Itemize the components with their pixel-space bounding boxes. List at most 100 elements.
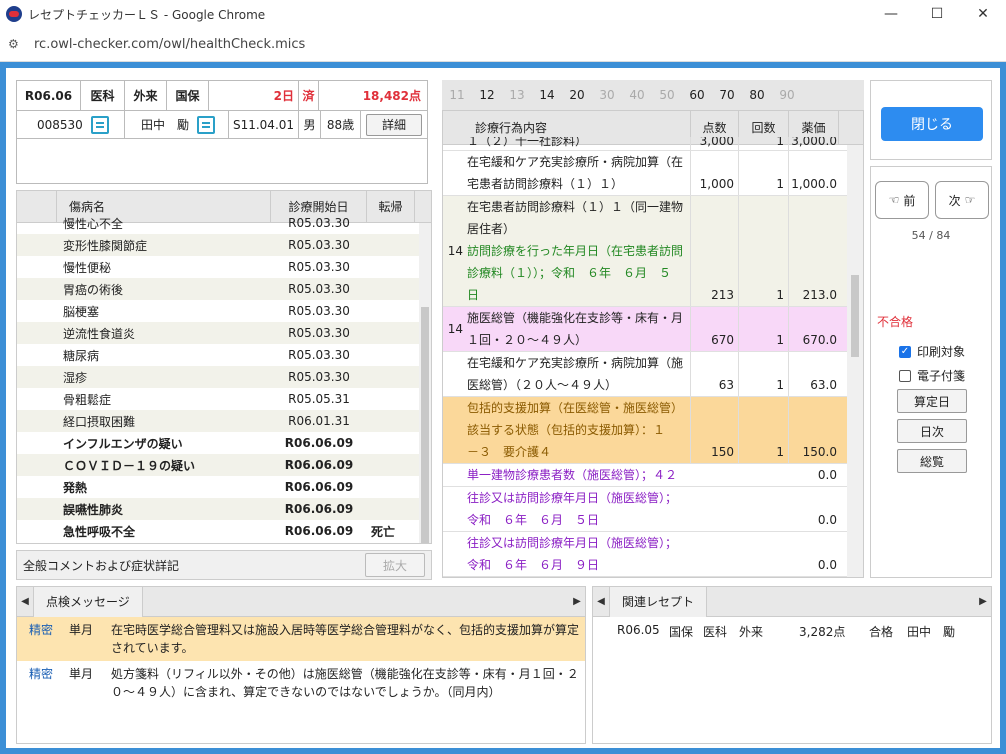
procedure-row[interactable]: 14 施医総管（機能強化在支診等・床有・月 １回・２０～４９人） 670 1 670.0 <box>443 307 863 352</box>
expand-button[interactable]: 拡大 <box>365 553 425 577</box>
procedure-note-line: 訪問診療を行った年月日（在宅患者訪問 <box>467 244 684 258</box>
procedure-row[interactable]: 14 在宅患者訪問診療料（１）１（同一建物 居住者） 訪問診療を行った年月日（在宅患者… <box>443 196 863 307</box>
sticky-checkbox-row[interactable]: 電子付箋 <box>899 367 965 384</box>
procedure-scroll-thumb[interactable] <box>851 275 859 357</box>
message-row[interactable]: 精密 単月 処方箋料（リフィル以外・その他）は施医総管（機能強化在支診等・床有・月１… <box>17 661 585 705</box>
procedure-note-line: 包括的支援加算（在医総管・施医総管） <box>467 401 684 415</box>
prev-button[interactable]: ☜ 前 <box>875 181 929 219</box>
procedure-name-line: 往診又は訪問診療年月日（施医総管）； <box>467 491 678 505</box>
message-row[interactable]: 精密 単月 在宅時医学総合管理料又は施設入居時等医学総合管理料がなく、包括的支援加算… <box>17 617 585 661</box>
procedure-row[interactable]: １（２）十一社診料） 3,000 1 3,000.0 <box>443 137 863 151</box>
day-number-bar: 11 12 13 14 20 30 40 50 60 70 80 90 <box>442 80 864 110</box>
row-marker <box>17 344 57 366</box>
procedure-row[interactable]: 往診又は訪問診療年月日（施医総管）； 令和 ６年 ６月 ９日 0.0 <box>443 532 863 577</box>
disease-start-date: R06.06.09 <box>284 436 354 450</box>
disease-row[interactable]: 湿疹 R05.03.30 <box>17 366 431 388</box>
disease-name: 慢性便秘 <box>63 260 112 275</box>
patient-name: 田中 勵 <box>141 118 190 132</box>
message-level: 精密 <box>29 623 54 637</box>
procedure-price: 670.0 <box>802 333 837 347</box>
procedure-row[interactable]: 14在支援0.0 <box>443 577 863 578</box>
sticky-checkbox[interactable] <box>899 369 911 382</box>
disease-row[interactable]: 経口摂取困難 R06.01.31 <box>17 410 431 432</box>
procedure-row[interactable]: 単一建物診療患者数（施医総管）；４２ 0.0 <box>443 464 863 487</box>
disease-row[interactable]: 誤嚥性肺炎 R06.06.09 <box>17 498 431 520</box>
disease-scrollbar[interactable] <box>419 223 431 543</box>
document-icon[interactable] <box>90 115 109 134</box>
disease-scroll-thumb[interactable] <box>421 307 429 543</box>
disease-name: 逆流性食道炎 <box>63 326 136 341</box>
procedure-count: 1 <box>739 352 789 396</box>
disease-start-date: R05.03.30 <box>288 282 350 296</box>
disease-row[interactable]: 慢性心不全 R05.03.30 <box>17 212 431 234</box>
disease-row[interactable]: 変形性膝関節症 R05.03.30 <box>17 234 431 256</box>
site-info-icon[interactable]: ⚙ <box>8 37 24 53</box>
procedure-price: 0.0 <box>817 513 837 527</box>
procedure-row[interactable]: 在宅緩和ケア充実診療所・病院加算（施 医総管）（２０人～４９人） 63 1 63.0 <box>443 352 863 397</box>
disease-row[interactable]: 胃癌の術後 R05.03.30 <box>17 278 431 300</box>
day-number: 40 <box>629 88 645 102</box>
row-marker <box>17 322 57 344</box>
procedure-price: 213.0 <box>802 288 837 302</box>
row-marker <box>17 432 57 454</box>
print-checkbox[interactable]: ✓ <box>899 345 911 358</box>
sticky-label: 電子付箋 <box>917 369 966 383</box>
day-number[interactable]: 14 <box>532 88 562 102</box>
procedure-scrollbar[interactable] <box>847 145 863 577</box>
daily-button[interactable]: 日次 <box>897 419 967 443</box>
row-marker <box>17 212 57 234</box>
procedure-name: 単一建物診療患者数（施医総管）；４２ <box>465 464 789 486</box>
disease-start-date: R05.05.31 <box>288 392 350 406</box>
print-checkbox-row[interactable]: ✓ 印刷対象 <box>899 343 965 360</box>
procedure-row[interactable]: 在宅緩和ケア充実診療所・病院加算（在 宅患者訪問診療料（１）１） 1,000 1 1,0… <box>443 151 863 196</box>
next-button[interactable]: 次 ☞ <box>935 181 989 219</box>
day-number[interactable]: 60 <box>682 88 712 102</box>
birth-date: S11.04.01 <box>229 111 299 138</box>
procedure-price: 0.0 <box>817 558 837 572</box>
maximize-button[interactable]: ☐ <box>914 0 960 28</box>
procedure-name: １（２）十一社診料） <box>465 137 691 150</box>
day-number[interactable]: 20 <box>562 88 592 102</box>
document-icon[interactable] <box>197 115 216 134</box>
day-number[interactable]: 12 <box>472 88 502 102</box>
day-number[interactable]: 70 <box>712 88 742 102</box>
disease-start-date: R05.03.30 <box>288 326 350 340</box>
scroll-left-icon[interactable]: ◀ <box>593 596 609 607</box>
tab-messages[interactable]: 点検メッセージ <box>33 586 143 617</box>
scroll-right-icon[interactable]: ▶ <box>975 596 991 607</box>
disease-row[interactable]: 脳梗塞 R05.03.30 <box>17 300 431 322</box>
disease-row[interactable]: インフルエンザの疑い R06.06.09 <box>17 432 431 454</box>
detail-button[interactable]: 詳細 <box>366 113 422 136</box>
disease-name: 湿疹 <box>63 370 88 385</box>
row-marker <box>17 300 57 322</box>
disease-row[interactable]: 発熱 R06.06.09 <box>17 476 431 498</box>
detail-cell: 詳細 <box>361 111 427 138</box>
disease-row[interactable]: 糖尿病 R05.03.30 <box>17 344 431 366</box>
minimize-button[interactable]: — <box>868 0 914 28</box>
procedure-price: 3,000.0 <box>791 137 837 148</box>
scroll-left-icon[interactable]: ◀ <box>17 596 33 607</box>
disease-row[interactable]: 急性呼吸不全 R06.06.09 死亡 <box>17 520 431 542</box>
disease-row[interactable]: ＣＯＶＩＤ－１９の疑い R06.06.09 <box>17 454 431 476</box>
procedure-note-line: 診療料（１））；令和 ６年 ６月 ５ <box>467 266 672 280</box>
overview-button[interactable]: 総覧 <box>897 449 967 473</box>
procedure-row[interactable]: 往診又は訪問診療年月日（施医総管）； 令和 ６年 ６月 ５日 0.0 <box>443 487 863 532</box>
close-window-button[interactable]: ✕ <box>960 0 1006 28</box>
procedure-row[interactable]: 包括的支援加算（在医総管・施医総管） 該当する状態（包括的支援加算）：１ －３ 要介… <box>443 397 863 464</box>
total-points: 18,482点 <box>362 89 421 103</box>
procedure-name-line: 往診又は訪問診療年月日（施医総管）； <box>467 536 678 550</box>
procedure-name-line: 在宅患者訪問診療料（１）１（同一建物 <box>467 200 684 214</box>
disease-row[interactable]: 逆流性食道炎 R05.03.30 <box>17 322 431 344</box>
print-label: 印刷対象 <box>917 345 966 359</box>
day-number[interactable]: 80 <box>742 88 772 102</box>
nav-panel: ☜ 前 次 ☞ 54 / 84 不合格 ✓ 印刷対象 電子付箋 算定日 日次 総覧 <box>870 166 992 578</box>
close-button[interactable]: 閉じる <box>881 107 983 141</box>
scroll-right-icon[interactable]: ▶ <box>569 596 585 607</box>
disease-row[interactable]: 慢性便秘 R05.03.30 <box>17 256 431 278</box>
title-bar: レセプトチェッカーＬＳ - Google Chrome — ☐ ✕ <box>0 0 1006 28</box>
tab-related[interactable]: 関連レセプト <box>609 586 708 617</box>
disease-row[interactable]: 骨粗鬆症 R05.05.31 <box>17 388 431 410</box>
url-text[interactable]: rc.owl-checker.com/owl/healthCheck.mics <box>34 37 305 52</box>
related-row[interactable]: R06.05 国保 医科 外来 3,282点 合格 田中 勵 <box>593 617 991 640</box>
calc-date-button[interactable]: 算定日 <box>897 389 967 413</box>
